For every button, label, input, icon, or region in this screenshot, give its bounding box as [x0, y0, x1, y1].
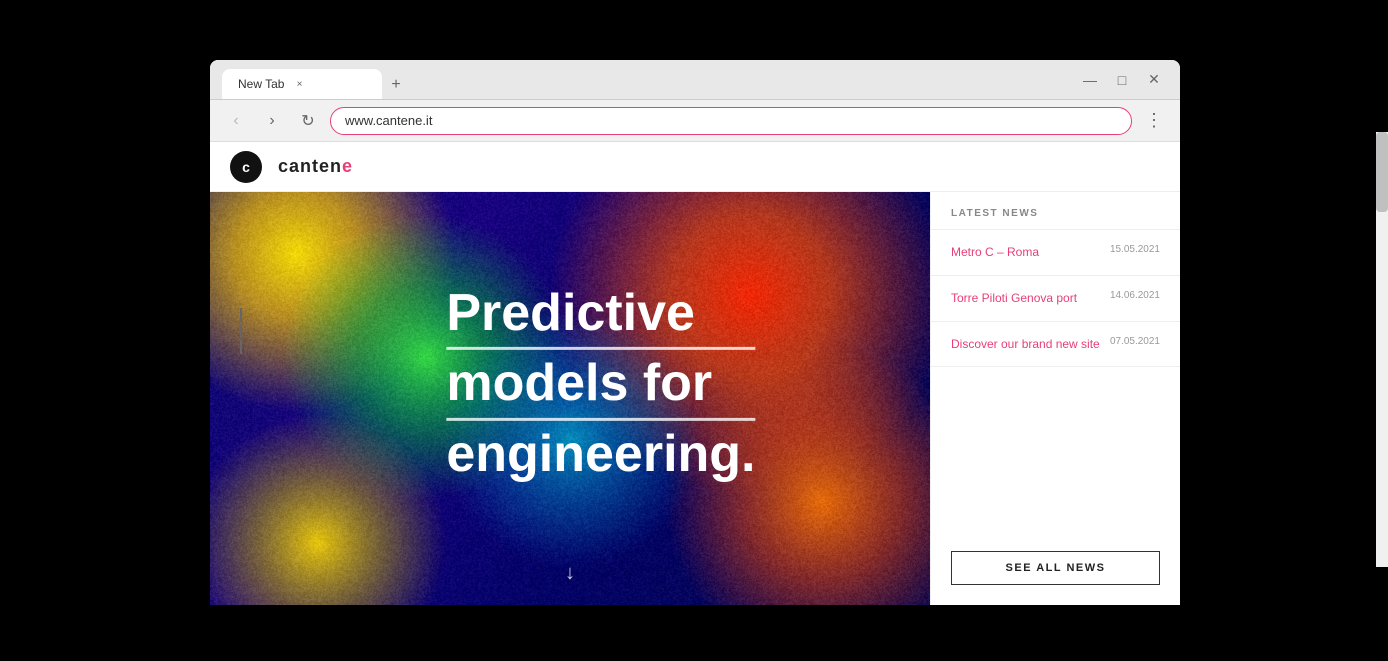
close-button[interactable]: ✕	[1140, 66, 1168, 94]
tab-title: New Tab	[238, 77, 284, 91]
active-tab[interactable]: New Tab ×	[222, 69, 382, 99]
tab-bar: New Tab × +	[222, 60, 1068, 99]
browser-titlebar: New Tab × + — □ ✕	[210, 60, 1180, 100]
new-tab-button[interactable]: +	[382, 71, 410, 99]
minimize-button[interactable]: —	[1076, 66, 1104, 94]
latest-news-label: LATEST NEWS	[931, 192, 1180, 230]
news-date-2: 14.06.2021	[1110, 290, 1160, 301]
site-content: c cantene Predictive models for engineer…	[210, 142, 1180, 605]
site-main: Predictive models for engineering. ↓ LAT…	[210, 192, 1180, 605]
scrollbar-track	[1376, 132, 1388, 567]
window-controls: — □ ✕	[1076, 66, 1168, 94]
left-sidebar-indicator	[240, 306, 242, 356]
sidebar-news: LATEST NEWS Metro C – Roma 15.05.2021 To…	[930, 192, 1180, 605]
logo-text: cantene	[278, 156, 353, 176]
hero-text: Predictive models for engineering.	[446, 283, 755, 492]
news-title-2: Torre Piloti Genova port	[951, 290, 1102, 307]
hero-area: Predictive models for engineering. ↓	[210, 192, 930, 605]
url-text: www.cantene.it	[345, 113, 432, 128]
scroll-down-icon[interactable]: ↓	[565, 562, 575, 585]
news-title-3: Discover our brand new site	[951, 336, 1102, 353]
site-header: c cantene	[210, 142, 1180, 192]
address-bar-row: ‹ › ↻ www.cantene.it ⋮	[210, 100, 1180, 142]
browser-window: New Tab × + — □ ✕ ‹ › ↻ www.cantene.it ⋮…	[210, 60, 1180, 605]
logo-icon: c	[230, 151, 262, 183]
address-bar[interactable]: www.cantene.it	[330, 107, 1132, 135]
hero-line-3: engineering.	[446, 425, 755, 489]
news-item-3[interactable]: Discover our brand new site 07.05.2021	[931, 322, 1180, 368]
hero-line-2: models for	[446, 354, 755, 421]
back-button[interactable]: ‹	[222, 107, 250, 135]
news-date-3: 07.05.2021	[1110, 336, 1160, 347]
tab-close-button[interactable]: ×	[292, 77, 306, 91]
hero-line-1: Predictive	[446, 283, 755, 350]
browser-menu-button[interactable]: ⋮	[1140, 107, 1168, 135]
news-item-2[interactable]: Torre Piloti Genova port 14.06.2021	[931, 276, 1180, 322]
maximize-button[interactable]: □	[1108, 66, 1136, 94]
site-logo[interactable]: cantene	[278, 156, 353, 177]
logo-letter: c	[242, 159, 250, 175]
see-all-button[interactable]: SEE ALL NEWS	[951, 551, 1160, 585]
forward-button[interactable]: ›	[258, 107, 286, 135]
news-item-1[interactable]: Metro C – Roma 15.05.2021	[931, 230, 1180, 276]
reload-button[interactable]: ↻	[294, 107, 322, 135]
scrollbar-thumb[interactable]	[1376, 132, 1388, 212]
news-date-1: 15.05.2021	[1110, 244, 1160, 255]
news-title-1: Metro C – Roma	[951, 244, 1102, 261]
